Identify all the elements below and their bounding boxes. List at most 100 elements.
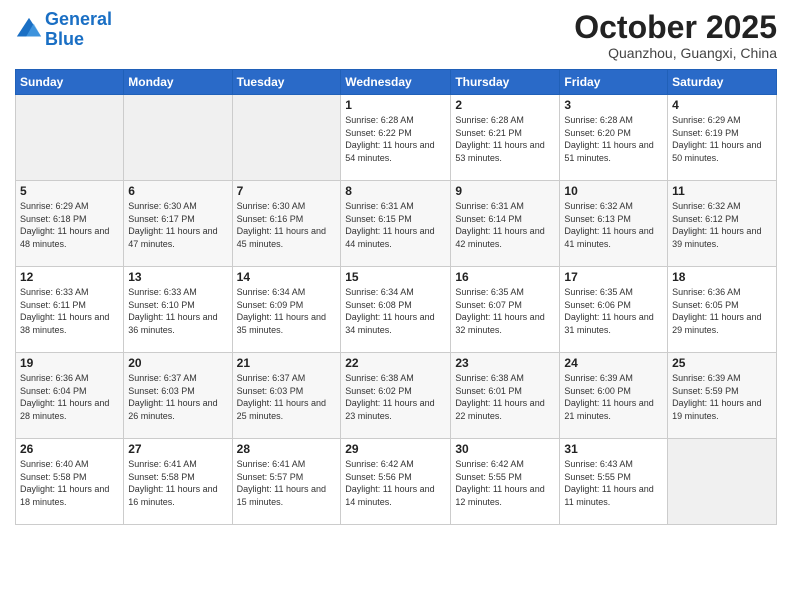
day-number: 28: [237, 442, 337, 456]
day-number: 4: [672, 98, 772, 112]
day-number: 20: [128, 356, 227, 370]
day-info: Sunrise: 6:29 AM Sunset: 6:18 PM Dayligh…: [20, 200, 119, 250]
day-number: 27: [128, 442, 227, 456]
day-info: Sunrise: 6:34 AM Sunset: 6:09 PM Dayligh…: [237, 286, 337, 336]
day-info: Sunrise: 6:28 AM Sunset: 6:21 PM Dayligh…: [455, 114, 555, 164]
day-info: Sunrise: 6:33 AM Sunset: 6:10 PM Dayligh…: [128, 286, 227, 336]
day-info: Sunrise: 6:39 AM Sunset: 5:59 PM Dayligh…: [672, 372, 772, 422]
calendar-table: Sunday Monday Tuesday Wednesday Thursday…: [15, 69, 777, 525]
day-number: 30: [455, 442, 555, 456]
day-info: Sunrise: 6:43 AM Sunset: 5:55 PM Dayligh…: [564, 458, 663, 508]
day-number: 24: [564, 356, 663, 370]
table-row: [16, 95, 124, 181]
day-number: 12: [20, 270, 119, 284]
table-row: 28 Sunrise: 6:41 AM Sunset: 5:57 PM Dayl…: [232, 439, 341, 525]
col-wednesday: Wednesday: [341, 70, 451, 95]
day-info: Sunrise: 6:32 AM Sunset: 6:13 PM Dayligh…: [564, 200, 663, 250]
day-info: Sunrise: 6:39 AM Sunset: 6:00 PM Dayligh…: [564, 372, 663, 422]
day-number: 25: [672, 356, 772, 370]
page-header: GeneralBlue October 2025 Quanzhou, Guang…: [15, 10, 777, 61]
table-row: 26 Sunrise: 6:40 AM Sunset: 5:58 PM Dayl…: [16, 439, 124, 525]
logo: GeneralBlue: [15, 10, 112, 50]
day-number: 15: [345, 270, 446, 284]
day-info: Sunrise: 6:37 AM Sunset: 6:03 PM Dayligh…: [237, 372, 337, 422]
table-row: 13 Sunrise: 6:33 AM Sunset: 6:10 PM Dayl…: [124, 267, 232, 353]
day-number: 1: [345, 98, 446, 112]
day-number: 11: [672, 184, 772, 198]
col-monday: Monday: [124, 70, 232, 95]
day-number: 29: [345, 442, 446, 456]
col-friday: Friday: [560, 70, 668, 95]
day-info: Sunrise: 6:40 AM Sunset: 5:58 PM Dayligh…: [20, 458, 119, 508]
day-info: Sunrise: 6:28 AM Sunset: 6:22 PM Dayligh…: [345, 114, 446, 164]
day-info: Sunrise: 6:42 AM Sunset: 5:55 PM Dayligh…: [455, 458, 555, 508]
day-number: 8: [345, 184, 446, 198]
day-info: Sunrise: 6:34 AM Sunset: 6:08 PM Dayligh…: [345, 286, 446, 336]
day-number: 9: [455, 184, 555, 198]
day-info: Sunrise: 6:37 AM Sunset: 6:03 PM Dayligh…: [128, 372, 227, 422]
title-block: October 2025 Quanzhou, Guangxi, China: [574, 10, 777, 61]
day-number: 14: [237, 270, 337, 284]
day-info: Sunrise: 6:29 AM Sunset: 6:19 PM Dayligh…: [672, 114, 772, 164]
day-number: 18: [672, 270, 772, 284]
table-row: 3 Sunrise: 6:28 AM Sunset: 6:20 PM Dayli…: [560, 95, 668, 181]
table-row: 2 Sunrise: 6:28 AM Sunset: 6:21 PM Dayli…: [451, 95, 560, 181]
day-info: Sunrise: 6:36 AM Sunset: 6:04 PM Dayligh…: [20, 372, 119, 422]
table-row: 22 Sunrise: 6:38 AM Sunset: 6:02 PM Dayl…: [341, 353, 451, 439]
logo-text: GeneralBlue: [45, 10, 112, 50]
table-row: [232, 95, 341, 181]
col-saturday: Saturday: [668, 70, 777, 95]
table-row: 8 Sunrise: 6:31 AM Sunset: 6:15 PM Dayli…: [341, 181, 451, 267]
table-row: 1 Sunrise: 6:28 AM Sunset: 6:22 PM Dayli…: [341, 95, 451, 181]
location-subtitle: Quanzhou, Guangxi, China: [574, 45, 777, 61]
day-number: 2: [455, 98, 555, 112]
day-info: Sunrise: 6:28 AM Sunset: 6:20 PM Dayligh…: [564, 114, 663, 164]
table-row: 11 Sunrise: 6:32 AM Sunset: 6:12 PM Dayl…: [668, 181, 777, 267]
table-row: 23 Sunrise: 6:38 AM Sunset: 6:01 PM Dayl…: [451, 353, 560, 439]
day-info: Sunrise: 6:31 AM Sunset: 6:14 PM Dayligh…: [455, 200, 555, 250]
day-info: Sunrise: 6:35 AM Sunset: 6:07 PM Dayligh…: [455, 286, 555, 336]
table-row: 7 Sunrise: 6:30 AM Sunset: 6:16 PM Dayli…: [232, 181, 341, 267]
day-info: Sunrise: 6:31 AM Sunset: 6:15 PM Dayligh…: [345, 200, 446, 250]
table-row: 15 Sunrise: 6:34 AM Sunset: 6:08 PM Dayl…: [341, 267, 451, 353]
table-row: 9 Sunrise: 6:31 AM Sunset: 6:14 PM Dayli…: [451, 181, 560, 267]
day-info: Sunrise: 6:38 AM Sunset: 6:02 PM Dayligh…: [345, 372, 446, 422]
table-row: 4 Sunrise: 6:29 AM Sunset: 6:19 PM Dayli…: [668, 95, 777, 181]
table-row: 31 Sunrise: 6:43 AM Sunset: 5:55 PM Dayl…: [560, 439, 668, 525]
table-row: 24 Sunrise: 6:39 AM Sunset: 6:00 PM Dayl…: [560, 353, 668, 439]
day-number: 3: [564, 98, 663, 112]
table-row: 27 Sunrise: 6:41 AM Sunset: 5:58 PM Dayl…: [124, 439, 232, 525]
day-number: 7: [237, 184, 337, 198]
day-info: Sunrise: 6:33 AM Sunset: 6:11 PM Dayligh…: [20, 286, 119, 336]
month-title: October 2025: [574, 10, 777, 45]
col-tuesday: Tuesday: [232, 70, 341, 95]
table-row: 17 Sunrise: 6:35 AM Sunset: 6:06 PM Dayl…: [560, 267, 668, 353]
day-number: 17: [564, 270, 663, 284]
table-row: 30 Sunrise: 6:42 AM Sunset: 5:55 PM Dayl…: [451, 439, 560, 525]
table-row: 25 Sunrise: 6:39 AM Sunset: 5:59 PM Dayl…: [668, 353, 777, 439]
day-info: Sunrise: 6:35 AM Sunset: 6:06 PM Dayligh…: [564, 286, 663, 336]
table-row: 18 Sunrise: 6:36 AM Sunset: 6:05 PM Dayl…: [668, 267, 777, 353]
table-row: 16 Sunrise: 6:35 AM Sunset: 6:07 PM Dayl…: [451, 267, 560, 353]
day-number: 26: [20, 442, 119, 456]
day-info: Sunrise: 6:36 AM Sunset: 6:05 PM Dayligh…: [672, 286, 772, 336]
table-row: [668, 439, 777, 525]
table-row: 29 Sunrise: 6:42 AM Sunset: 5:56 PM Dayl…: [341, 439, 451, 525]
day-number: 21: [237, 356, 337, 370]
table-row: 10 Sunrise: 6:32 AM Sunset: 6:13 PM Dayl…: [560, 181, 668, 267]
day-number: 16: [455, 270, 555, 284]
day-number: 23: [455, 356, 555, 370]
day-info: Sunrise: 6:32 AM Sunset: 6:12 PM Dayligh…: [672, 200, 772, 250]
day-info: Sunrise: 6:30 AM Sunset: 6:17 PM Dayligh…: [128, 200, 227, 250]
logo-icon: [15, 16, 43, 44]
table-row: 19 Sunrise: 6:36 AM Sunset: 6:04 PM Dayl…: [16, 353, 124, 439]
table-row: 20 Sunrise: 6:37 AM Sunset: 6:03 PM Dayl…: [124, 353, 232, 439]
table-row: 12 Sunrise: 6:33 AM Sunset: 6:11 PM Dayl…: [16, 267, 124, 353]
day-info: Sunrise: 6:30 AM Sunset: 6:16 PM Dayligh…: [237, 200, 337, 250]
table-row: 5 Sunrise: 6:29 AM Sunset: 6:18 PM Dayli…: [16, 181, 124, 267]
calendar-page: GeneralBlue October 2025 Quanzhou, Guang…: [0, 0, 792, 612]
table-row: 6 Sunrise: 6:30 AM Sunset: 6:17 PM Dayli…: [124, 181, 232, 267]
col-thursday: Thursday: [451, 70, 560, 95]
day-number: 19: [20, 356, 119, 370]
day-number: 6: [128, 184, 227, 198]
